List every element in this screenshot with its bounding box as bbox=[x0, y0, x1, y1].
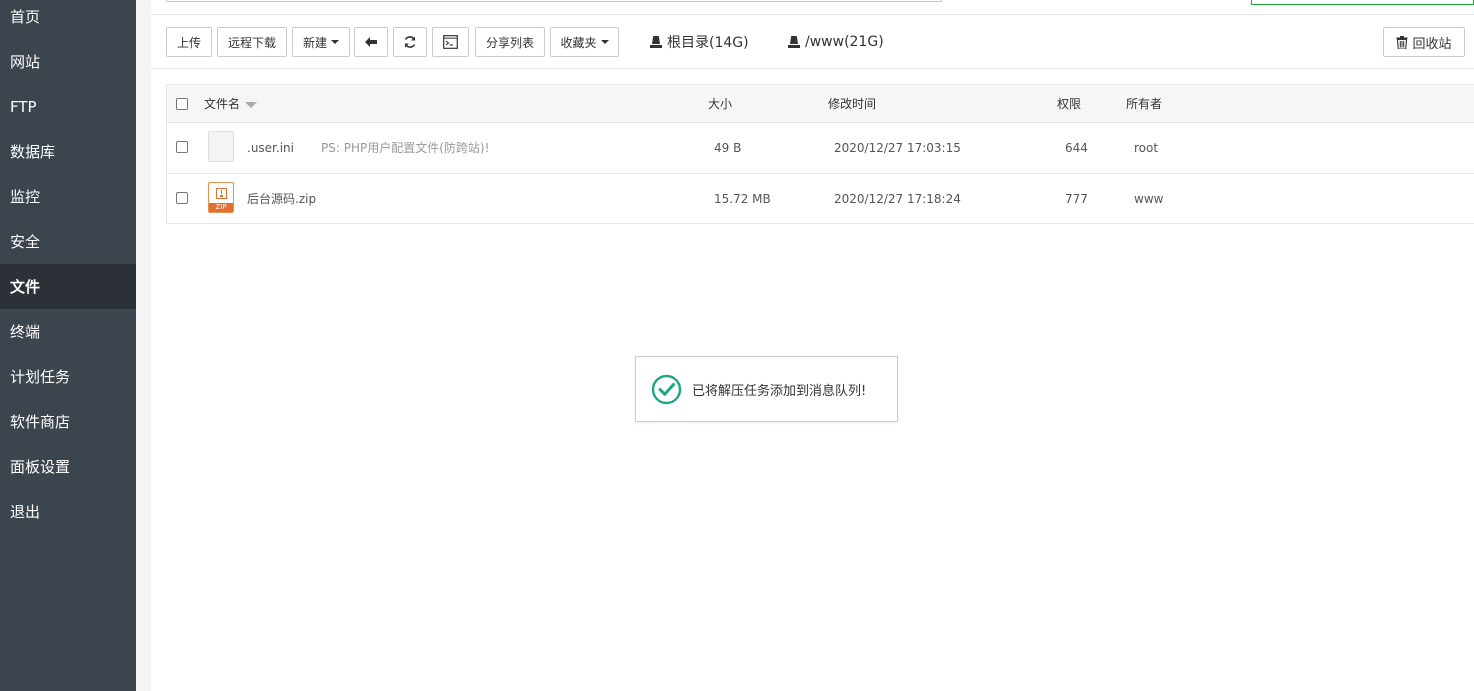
column-header-perm[interactable]: 权限 bbox=[1057, 85, 1081, 123]
sidebar-item-security[interactable]: 安全 bbox=[0, 219, 136, 264]
terminal-icon bbox=[443, 35, 458, 49]
sidebar-item-label: 计划任务 bbox=[10, 368, 71, 386]
sidebar-item-panel-settings[interactable]: 面板设置 bbox=[0, 444, 136, 489]
refresh-icon bbox=[404, 36, 416, 48]
file-size: 15.72 MB bbox=[714, 192, 771, 206]
sidebar-item-cron[interactable]: 计划任务 bbox=[0, 354, 136, 399]
file-mtime: 2020/12/27 17:18:24 bbox=[834, 192, 961, 206]
sidebar-item-label: 文件 bbox=[10, 278, 41, 296]
arrow-left-icon bbox=[365, 37, 377, 47]
upload-button[interactable]: 上传 bbox=[166, 27, 212, 57]
sidebar-item-label: 安全 bbox=[10, 233, 41, 251]
column-header-size[interactable]: 大小 bbox=[708, 85, 732, 123]
chevron-down-icon bbox=[600, 40, 609, 44]
remote-download-button[interactable]: 远程下载 bbox=[217, 27, 287, 57]
file-owner[interactable]: www bbox=[1134, 174, 1163, 224]
sort-desc-icon bbox=[245, 101, 258, 108]
favorites-button-label: 收藏夹 bbox=[560, 35, 597, 50]
disk-root[interactable]: 根目录(14G) bbox=[650, 27, 749, 57]
file-perm[interactable]: 777 bbox=[1065, 174, 1088, 224]
search-input[interactable] bbox=[1251, 0, 1474, 5]
zip-icon-label: ZIP bbox=[209, 203, 233, 212]
sidebar-item-label: 监控 bbox=[10, 188, 41, 206]
sidebar-item-app-store[interactable]: 软件商店 bbox=[0, 399, 136, 444]
file-icon bbox=[208, 131, 234, 162]
share-list-button[interactable]: 分享列表 bbox=[475, 27, 545, 57]
sidebar-item-label: FTP bbox=[10, 97, 37, 116]
sidebar-item-label: 软件商店 bbox=[10, 413, 71, 431]
sidebar-footer bbox=[0, 532, 136, 691]
sidebar-item-files[interactable]: 文件 bbox=[0, 264, 136, 309]
file-perm[interactable]: 644 bbox=[1065, 123, 1088, 173]
file-note: PS: PHP用户配置文件(防跨站)! bbox=[321, 141, 490, 155]
sidebar-item-monitor[interactable]: 监控 bbox=[0, 174, 136, 219]
sidebar-item-label: 网站 bbox=[10, 53, 41, 71]
sidebar-item-label: 首页 bbox=[10, 8, 41, 26]
page-gutter bbox=[136, 0, 151, 691]
column-header-name[interactable]: 文件名 bbox=[204, 85, 258, 123]
terminal-button[interactable] bbox=[432, 27, 469, 57]
sidebar-item-label: 退出 bbox=[10, 503, 41, 521]
sidebar-item-label: 面板设置 bbox=[10, 458, 71, 476]
sidebar-item-terminal[interactable]: 终端 bbox=[0, 309, 136, 354]
success-check-icon bbox=[651, 374, 682, 404]
sidebar-item-label: 终端 bbox=[10, 323, 41, 341]
sidebar-item-website[interactable]: 网站 bbox=[0, 39, 136, 84]
path-input[interactable] bbox=[166, 0, 942, 2]
disk-www[interactable]: /www(21G) bbox=[788, 27, 884, 57]
zip-file-icon: ZIP bbox=[208, 182, 234, 213]
disk-label: 根目录(14G) bbox=[667, 35, 749, 51]
toolbar: 上传 远程下载 新建 分享列表 收藏夹 根目录(14G) /www(21G) 回… bbox=[151, 15, 1474, 69]
file-manager: 上传 远程下载 新建 分享列表 收藏夹 根目录(14G) /www(21G) 回… bbox=[151, 0, 1474, 691]
hard-drive-icon bbox=[788, 36, 800, 48]
column-header-owner[interactable]: 所有者 bbox=[1126, 85, 1162, 123]
row-checkbox[interactable] bbox=[176, 141, 188, 153]
sidebar-item-database[interactable]: 数据库 bbox=[0, 129, 136, 174]
file-name[interactable]: 后台源码.zip bbox=[247, 174, 316, 224]
refresh-button[interactable] bbox=[393, 27, 427, 57]
sidebar: 首页 网站 FTP 数据库 监控 安全 文件 终端 计划任务 软件商店 面板设置… bbox=[0, 0, 136, 691]
file-table: 文件名 大小 修改时间 权限 所有者 .user.ini PS: PHP用户配置… bbox=[166, 84, 1474, 224]
new-button[interactable]: 新建 bbox=[292, 27, 350, 57]
file-mtime: 2020/12/27 17:03:15 bbox=[834, 141, 961, 155]
new-button-label: 新建 bbox=[302, 35, 327, 50]
table-row[interactable]: .user.ini PS: PHP用户配置文件(防跨站)! 49 B 2020/… bbox=[167, 123, 1474, 174]
hard-drive-icon bbox=[650, 36, 662, 48]
row-checkbox[interactable] bbox=[176, 192, 188, 204]
disk-label: /www(21G) bbox=[805, 34, 884, 50]
recycle-bin-button[interactable]: 回收站 bbox=[1383, 27, 1465, 57]
sidebar-item-label: 数据库 bbox=[10, 143, 56, 161]
top-strip bbox=[151, 0, 1474, 15]
trash-icon bbox=[1396, 35, 1408, 49]
favorites-button[interactable]: 收藏夹 bbox=[550, 27, 619, 57]
sidebar-item-ftp[interactable]: FTP bbox=[0, 84, 136, 129]
chevron-down-icon bbox=[331, 40, 339, 44]
toast-notification: 已将解压任务添加到消息队列! bbox=[635, 356, 898, 422]
recycle-bin-label: 回收站 bbox=[1412, 36, 1452, 52]
sidebar-item-logout[interactable]: 退出 bbox=[0, 489, 136, 534]
table-header: 文件名 大小 修改时间 权限 所有者 bbox=[167, 85, 1474, 123]
file-owner[interactable]: root bbox=[1134, 123, 1158, 173]
select-all-checkbox[interactable] bbox=[176, 98, 188, 110]
sidebar-item-home[interactable]: 首页 bbox=[0, 0, 136, 39]
file-size: 49 B bbox=[714, 141, 742, 155]
back-button[interactable] bbox=[354, 27, 388, 57]
file-name[interactable]: .user.ini bbox=[247, 123, 294, 173]
table-row[interactable]: ZIP 后台源码.zip 15.72 MB 2020/12/27 17:18:2… bbox=[167, 174, 1474, 225]
column-header-mtime[interactable]: 修改时间 bbox=[828, 85, 876, 123]
column-header-label: 文件名 bbox=[204, 97, 241, 111]
toast-message: 已将解压任务添加到消息队列! bbox=[692, 383, 867, 399]
